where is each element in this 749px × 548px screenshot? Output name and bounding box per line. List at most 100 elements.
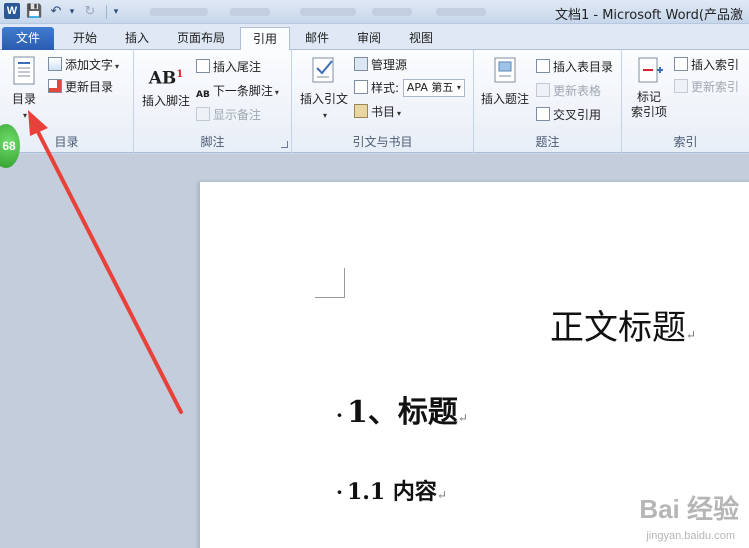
tab-file[interactable]: 文件 (2, 27, 54, 50)
tab-insert[interactable]: 插入 (114, 27, 160, 50)
update-table-label: 更新表格 (553, 84, 602, 98)
toc-group: 目录 ▾ 添加文字 ▾ 更新目录 目录 (0, 50, 134, 153)
tab-review[interactable]: 审阅 (346, 27, 392, 50)
undo-dropdown-icon[interactable]: ▾ (64, 3, 80, 21)
toc-icon (13, 56, 35, 85)
customize-quick-access-icon[interactable]: ▾ (108, 3, 124, 21)
footnote-ab-icon: AB1 (148, 68, 184, 89)
citation-group: 插入引文 ▾ 管理源 样式: APA 第五 ▾ 书目 ▾ 引文与书目 (292, 50, 474, 153)
paragraph-mark: ↵ (686, 328, 697, 342)
window-title: 文档1 - Microsoft Word(产品激 (554, 8, 743, 23)
update-toc-button[interactable]: 更新目录 (48, 78, 113, 96)
mark-entry-button[interactable]: 标记 索引项 (626, 56, 672, 120)
paragraph-mark: ↵ (436, 488, 447, 502)
manage-sources-button[interactable]: 管理源 (354, 56, 407, 74)
insert-footnote-button[interactable]: AB1 插入脚注 (140, 62, 192, 109)
insert-endnote-button[interactable]: 插入尾注 (196, 58, 261, 76)
word-logo-icon: W (4, 3, 20, 19)
insert-footnote-label: 插入脚注 (141, 94, 190, 108)
table-of-figures-icon (536, 59, 550, 73)
mark-entry-label: 标记 索引项 (630, 90, 667, 119)
update-toc-label: 更新目录 (65, 80, 114, 94)
title-bar: W 💾 ↶ ▾ ↻ ▾ 文档1 - Microsoft Word(产品激 (0, 0, 749, 24)
insert-caption-icon (494, 57, 516, 83)
insert-citation-icon (312, 57, 334, 83)
chevron-down-icon: ▾ (22, 111, 27, 120)
update-table-icon (536, 83, 550, 97)
cross-reference-icon (536, 107, 550, 121)
chevron-down-icon: ▾ (456, 83, 461, 92)
index-group: 标记 索引项 插入索引 更新索引 索引 (622, 50, 749, 153)
heading-bullet: · (336, 403, 343, 427)
style-dropdown[interactable]: APA 第五 ▾ (402, 79, 465, 97)
update-index-label: 更新索引 (691, 80, 740, 94)
insert-index-icon (674, 57, 688, 71)
add-text-icon (48, 57, 62, 71)
footnote-group: AB1 插入脚注 插入尾注 AB 下一条脚注 ▾ 显示备注 脚注 (134, 50, 292, 153)
redo-icon[interactable]: ↻ (82, 3, 98, 21)
next-footnote-icon: AB (196, 90, 210, 100)
style-selector: 样式: APA 第五 ▾ (354, 79, 465, 97)
blurred-region (372, 8, 412, 16)
chevron-down-icon: ▾ (115, 62, 120, 71)
heading-bullet: · (336, 480, 343, 504)
bibliography-label: 书目 (371, 105, 396, 119)
heading-1[interactable]: · 1、标题↵ (336, 387, 468, 431)
insert-citation-button[interactable]: 插入引文 ▾ (296, 56, 352, 121)
caption-group: 插入题注 插入表目录 更新表格 交叉引用 题注 (474, 50, 622, 153)
heading-2[interactable]: · 1.1 内容↵ (336, 474, 447, 506)
update-index-icon (674, 79, 688, 93)
insert-index-button[interactable]: 插入索引 (674, 56, 739, 74)
add-text-button[interactable]: 添加文字 ▾ (48, 56, 119, 74)
cross-reference-button[interactable]: 交叉引用 (536, 106, 601, 124)
insert-caption-label: 插入题注 (480, 92, 529, 106)
quick-access-separator (106, 5, 107, 19)
update-toc-icon (48, 79, 62, 93)
insert-table-of-figures-label: 插入表目录 (553, 60, 614, 74)
blurred-region (300, 8, 356, 16)
insert-table-of-figures-button[interactable]: 插入表目录 (536, 58, 613, 76)
heading-1-text: 1、标题 (346, 395, 458, 430)
toc-button[interactable]: 目录 ▾ (6, 56, 42, 121)
show-notes-icon (196, 107, 210, 121)
tab-page-layout[interactable]: 页面布局 (166, 27, 236, 50)
style-label: 样式: (371, 81, 400, 95)
style-icon (354, 80, 368, 94)
insert-endnote-label: 插入尾注 (213, 60, 262, 74)
cross-reference-label: 交叉引用 (553, 108, 602, 122)
next-footnote-label: 下一条脚注 (212, 84, 273, 98)
tab-view[interactable]: 视图 (398, 27, 444, 50)
blurred-region (436, 8, 486, 16)
toc-button-label: 目录 (11, 92, 36, 106)
ribbon: 目录 ▾ 添加文字 ▾ 更新目录 目录 AB1 插入脚注 插入尾注 AB 下一条脚注… (0, 50, 749, 153)
update-table-button[interactable]: 更新表格 (536, 82, 601, 100)
manage-sources-icon (354, 57, 368, 71)
endnote-icon (196, 59, 210, 73)
insert-index-label: 插入索引 (691, 58, 740, 72)
chevron-down-icon: ▾ (322, 111, 327, 120)
insert-caption-button[interactable]: 插入题注 (478, 56, 532, 107)
next-footnote-button[interactable]: AB 下一条脚注 ▾ (196, 82, 279, 100)
bibliography-button[interactable]: 书目 ▾ (354, 103, 401, 121)
document-title[interactable]: 正文标题↵ (550, 300, 696, 349)
watermark-url: jingyan.baidu.com (646, 530, 735, 542)
ribbon-tab-row: 文件 开始 插入 页面布局 引用 邮件 审阅 视图 (0, 24, 749, 51)
tab-references[interactable]: 引用 (240, 27, 290, 51)
document-title-text: 正文标题 (550, 308, 686, 348)
footnote-dialog-launcher-icon[interactable] (281, 141, 288, 148)
footnote-group-label: 脚注 (200, 135, 225, 149)
watermark-logo: Bai 经验 (639, 494, 739, 524)
add-text-label: 添加文字 (65, 58, 114, 72)
chevron-down-icon: ▾ (397, 109, 402, 118)
index-group-label: 索引 (673, 135, 698, 149)
blurred-region (150, 8, 208, 16)
bibliography-icon (354, 104, 368, 118)
tab-home[interactable]: 开始 (62, 27, 108, 50)
save-icon[interactable]: 💾 (26, 3, 42, 21)
tab-mailings[interactable]: 邮件 (294, 27, 340, 50)
margin-corner-mark (315, 268, 345, 298)
show-notes-button[interactable]: 显示备注 (196, 106, 261, 124)
manage-sources-label: 管理源 (371, 58, 408, 72)
update-index-button[interactable]: 更新索引 (674, 78, 739, 96)
undo-icon[interactable]: ↶ (48, 3, 64, 21)
